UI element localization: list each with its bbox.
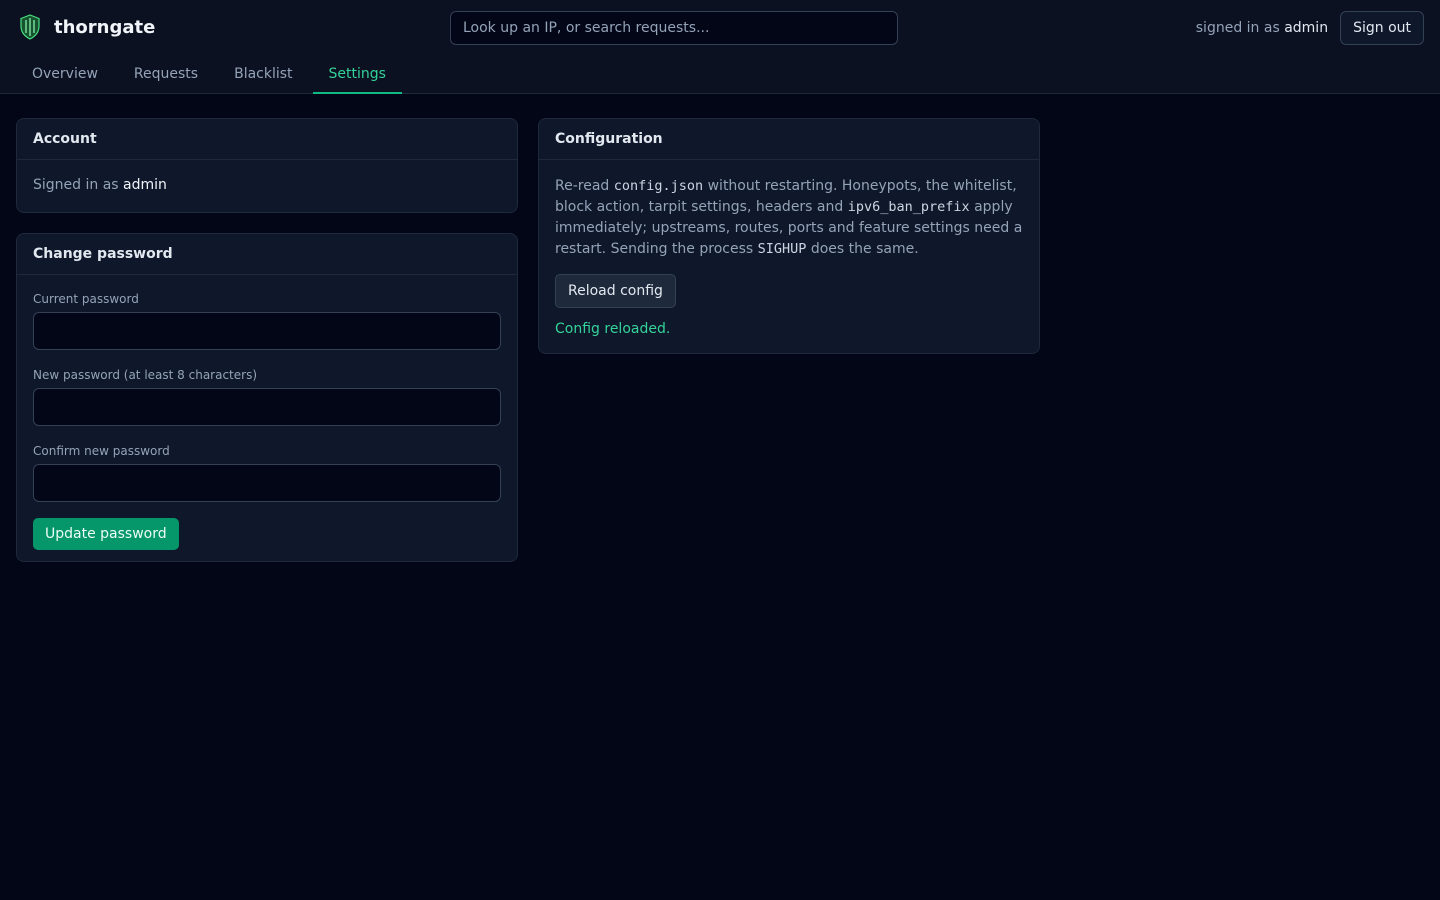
change-password-title: Change password: [17, 234, 517, 275]
account-card-title: Account: [17, 119, 517, 160]
configuration-title: Configuration: [539, 119, 1039, 160]
account-info: Signed in as admin: [33, 177, 167, 193]
config-status-message: Config reloaded.: [555, 321, 671, 337]
reload-config-button[interactable]: Reload config: [555, 274, 676, 308]
config-file-code: config.json: [613, 178, 704, 194]
new-password-label: New password (at least 8 characters): [33, 368, 258, 382]
configuration-description: Re-read config.json without restarting. …: [555, 178, 1023, 257]
change-password-card: Change password Current password New pas…: [16, 233, 518, 562]
confirm-password-label: Confirm new password: [33, 444, 170, 458]
confirm-password-input[interactable]: [33, 464, 501, 502]
sighup-code: SIGHUP: [757, 241, 807, 257]
account-username: admin: [123, 177, 167, 193]
shield-logo-icon: [20, 14, 40, 40]
username: admin: [1284, 20, 1329, 36]
ipv6-ban-prefix-code: ipv6_ban_prefix: [847, 199, 970, 215]
tab-overview[interactable]: Overview: [16, 56, 114, 94]
current-password-input[interactable]: [33, 312, 501, 350]
configuration-card: Configuration Re-read config.json withou…: [538, 118, 1040, 354]
user-area: signed in as admin Sign out: [1196, 11, 1424, 45]
main-tabs: Overview Requests Blacklist Settings: [16, 56, 406, 94]
new-password-input[interactable]: [33, 388, 501, 426]
account-card: Account Signed in as admin: [16, 118, 518, 213]
tab-blacklist[interactable]: Blacklist: [218, 56, 308, 94]
brand[interactable]: thorngate: [20, 14, 155, 40]
top-bar: thorngate signed in as admin Sign out Ov…: [0, 0, 1440, 94]
tab-requests[interactable]: Requests: [118, 56, 214, 94]
update-password-button[interactable]: Update password: [33, 518, 179, 550]
signed-in-status: signed in as admin: [1195, 20, 1329, 36]
app-name: thorngate: [54, 16, 156, 38]
sign-out-button[interactable]: Sign out: [1340, 11, 1424, 45]
current-password-label: Current password: [33, 292, 139, 306]
search-input[interactable]: [450, 11, 898, 45]
tab-settings[interactable]: Settings: [312, 56, 402, 94]
